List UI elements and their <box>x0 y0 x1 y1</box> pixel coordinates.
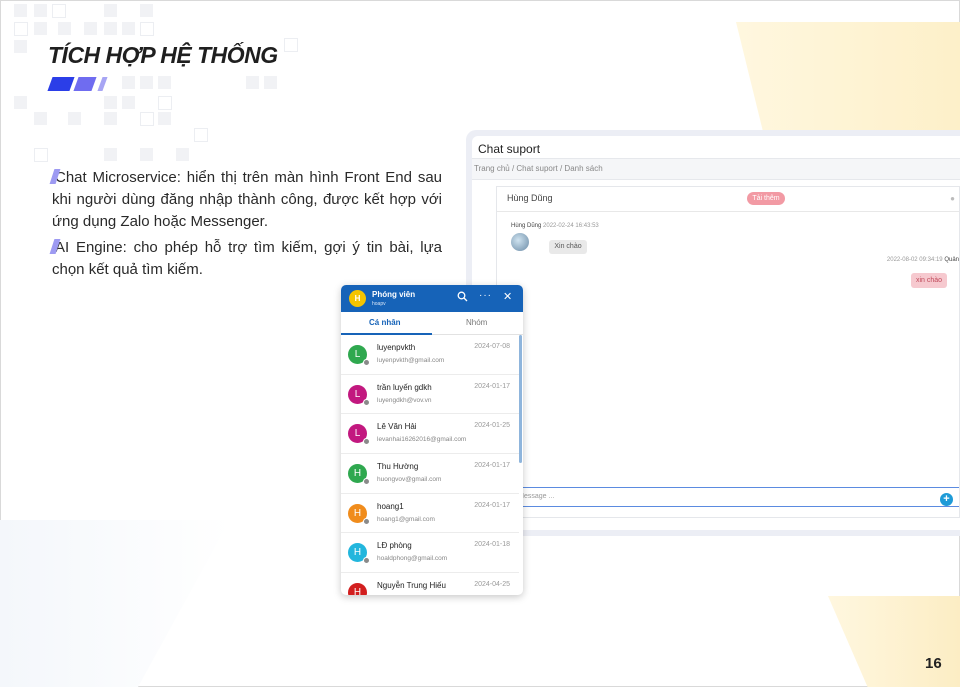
paragraph-chat-microservice: Chat Microservice: hiển thị trên màn hìn… <box>49 167 442 233</box>
contact-name: luyenpvkth <box>377 343 416 352</box>
options-icon[interactable]: ● <box>950 194 955 203</box>
chat-widget-header: H Phóng viên hoapv ··· ✕ <box>341 285 523 312</box>
status-dot <box>363 359 370 366</box>
contact-email: luyenpvkth@gmail.com <box>377 357 445 364</box>
status-dot <box>363 478 370 486</box>
chat-support-window: Chat suport Trang chủ / Chat suport / Da… <box>466 130 960 536</box>
contact-list: Lluyenpvkth luyenpvkth@gmail.com 2024-07-0… <box>341 335 519 595</box>
chat-widget: H Phóng viên hoapv ··· ✕ Cá nhân Nhóm Ll… <box>341 285 523 595</box>
chat-support-title: Chat suport <box>478 142 541 156</box>
contact-email: hoaldphong@gmail.com <box>377 555 448 563</box>
status-dot <box>363 398 370 406</box>
contact-name: Nguyễn Trung Hiếu <box>377 581 446 591</box>
contact-name: trần luyến gdkh <box>377 382 432 392</box>
tab-group[interactable]: Nhóm <box>466 318 487 327</box>
outgoing-time: 2022-08-02 09:34:19 <box>886 257 943 263</box>
paragraph-ai-engine: AI Engine: cho phép hỗ trợ tìm kiếm, gợi… <box>49 237 442 281</box>
chat-tabs: Cá nhân Nhóm <box>341 312 523 335</box>
contact-row[interactable]: L Lê Văn Hải levanhai16262016@gmail.com 202… <box>341 414 519 455</box>
contact-date: 2024-01-17 <box>474 462 510 470</box>
contact-date: 2024-01-17 <box>474 501 510 509</box>
status-dot <box>363 438 370 446</box>
load-more-button[interactable]: Tải thêm <box>747 192 785 205</box>
breadcrumb[interactable]: Trang chủ / Chat suport / Danh sách <box>472 158 960 180</box>
contact-date: 2024-01-25 <box>474 422 510 430</box>
message-input[interactable]: Type Message ... <box>497 487 959 507</box>
avatar: H <box>349 290 366 307</box>
paragraph-text: Chat Microservice: hiển thị trên màn hìn… <box>52 169 442 230</box>
conversation-panel: Hùng Dũng Tải thêm ● Hùng Dũng 2022-02-2… <box>496 186 960 518</box>
incoming-sender: Hùng Dũng <box>511 223 542 229</box>
avatar: H <box>348 583 367 595</box>
outgoing-sender: Quản <box>944 257 959 263</box>
status-dot <box>363 517 370 525</box>
contact-email: levanhai16262016@gmail.com <box>377 436 467 444</box>
page-number: 16 <box>925 655 942 672</box>
status-dot <box>363 557 370 565</box>
contact-email: huongvov@gmail.com <box>377 476 442 484</box>
contact-row[interactable]: Lluyenpvkth luyenpvkth@gmail.com 2024-07-0… <box>341 335 519 375</box>
slide-title: TÍCH HỢP HỆ THỐNG <box>48 42 278 68</box>
contact-row[interactable]: Hhoang1 hoang1@gmail.com 2024-01-17 <box>341 494 519 534</box>
contact-row[interactable]: H Thu Hường huongvov@gmail.com 2024-01-17 <box>341 454 519 494</box>
contact-date: 2024-01-17 <box>474 382 510 390</box>
contact-name: hoang1 <box>377 501 404 511</box>
contact-date: 2024-01-18 <box>474 541 510 549</box>
plus-icon[interactable]: + <box>940 493 953 506</box>
incoming-time: 2022-02-24 16:43:53 <box>543 223 599 229</box>
avatar <box>511 233 529 251</box>
more-icon[interactable]: ··· <box>479 289 492 303</box>
contact-row[interactable]: H LĐ phòng hoaldphong@gmail.com 2024-01-18 <box>341 533 519 574</box>
close-icon[interactable]: ✕ <box>503 290 512 304</box>
scrollbar[interactable] <box>519 335 522 463</box>
user-name: Phóng viên <box>372 290 416 299</box>
contact-name: Hùng Dũng <box>507 193 553 203</box>
search-icon[interactable] <box>457 291 468 306</box>
contact-date: 2024-07-08 <box>474 343 510 350</box>
contact-name: Thu Hường <box>377 462 419 472</box>
conversation-header: Hùng Dũng Tải thêm ● <box>497 187 959 212</box>
incoming-message: Xin chào <box>549 240 587 254</box>
contact-name: Lê Văn Hải <box>377 422 417 432</box>
contact-date: 2024-04-25 <box>474 581 510 589</box>
outgoing-meta: 2022-08-02 09:34:19 Quản <box>887 257 959 263</box>
contact-row[interactable]: H Nguyễn Trung Hiếu 2024-04-25 <box>341 573 519 595</box>
contact-email: luyengdkh@vov.vn <box>377 396 432 404</box>
tab-personal[interactable]: Cá nhân <box>369 318 401 327</box>
outgoing-message: xin chào <box>911 273 947 288</box>
contact-name: LĐ phòng <box>377 541 412 551</box>
paragraph-text: AI Engine: cho phép hỗ trợ tìm kiếm, gợi… <box>52 239 442 278</box>
chat-support-body: Chat suport Trang chủ / Chat suport / Da… <box>472 136 960 530</box>
incoming-meta: Hùng Dũng 2022-02-24 16:43:53 <box>511 223 599 229</box>
contact-row[interactable]: Ltrần luyến gdkh luyengdkh@vov.vn 2024-01-… <box>341 375 519 415</box>
user-subtitle: hoapv <box>372 301 386 307</box>
contact-email: hoang1@gmail.com <box>377 515 435 523</box>
